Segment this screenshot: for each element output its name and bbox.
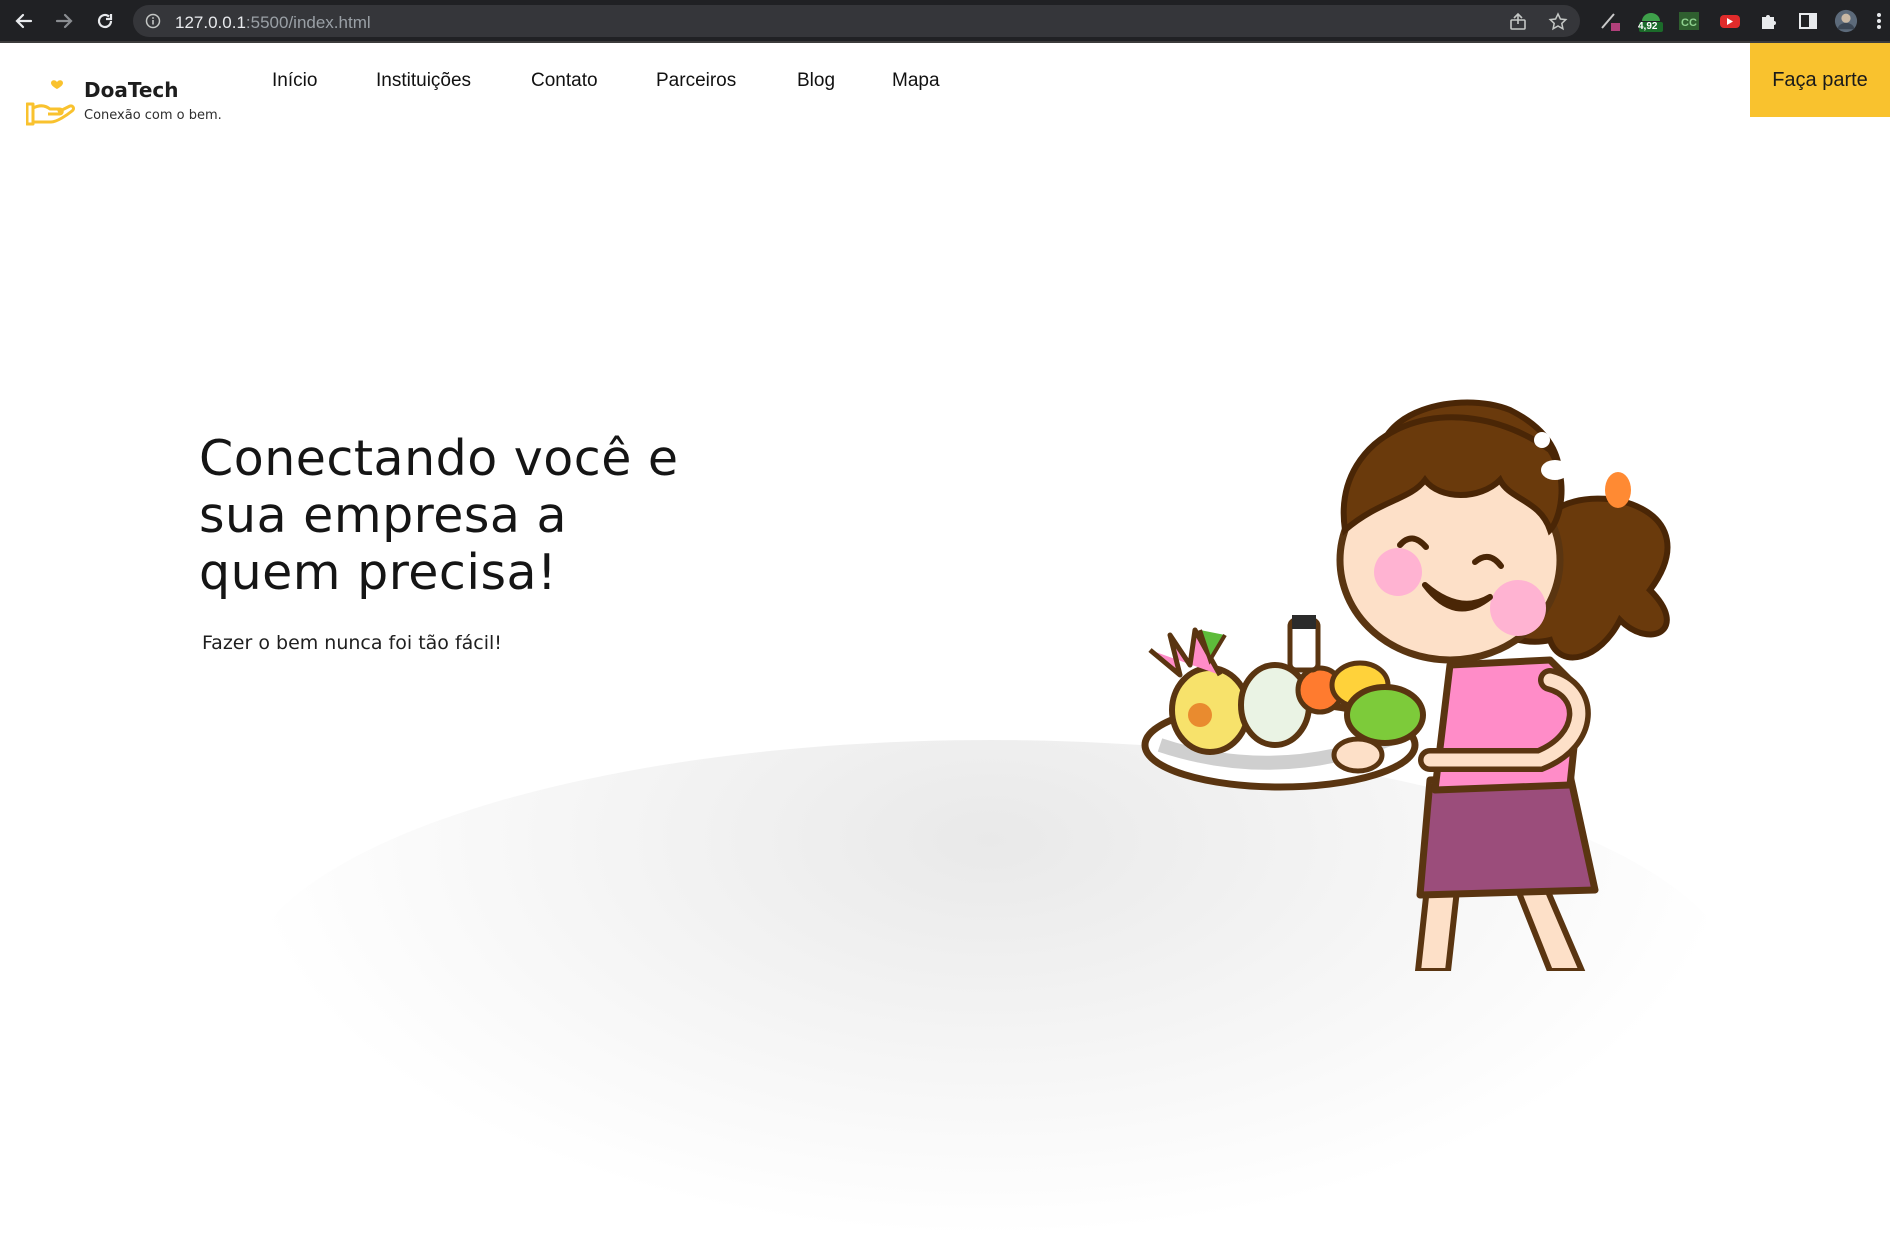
share-icon[interactable]: [1508, 12, 1528, 32]
info-icon[interactable]: [145, 13, 161, 29]
star-icon[interactable]: [1548, 12, 1568, 32]
nav-mapa[interactable]: Mapa: [892, 70, 940, 92]
girl-with-food-basket-illustration: [1130, 390, 1710, 974]
reload-icon[interactable]: [92, 8, 118, 34]
hero-title: Conectando você e sua empresa a quem pre…: [199, 430, 759, 601]
sidebar-icon[interactable]: [1796, 9, 1820, 33]
kebab-menu-icon[interactable]: [1872, 9, 1886, 33]
logo-name: DoaTech: [84, 78, 179, 102]
hero-title-line: Conectando você e: [199, 430, 679, 487]
cc-extension-icon[interactable]: CC: [1677, 9, 1701, 33]
hero-title-line: quem precisa!: [199, 544, 558, 601]
profile-avatar[interactable]: [1834, 9, 1858, 33]
pen-extension-icon[interactable]: [1598, 9, 1622, 33]
hand-heart-logo-icon: [25, 78, 78, 126]
youtube-extension-icon[interactable]: [1718, 9, 1742, 33]
puzzle-icon[interactable]: [1757, 9, 1781, 33]
url-text: 127.0.0.1:5500/index.html: [175, 13, 371, 32]
nav-contato[interactable]: Contato: [531, 70, 598, 92]
hero-title-line: sua empresa a: [199, 487, 568, 544]
join-button[interactable]: Faça parte: [1750, 43, 1890, 117]
svg-text:CC: CC: [1681, 17, 1697, 29]
back-arrow-icon[interactable]: [11, 8, 37, 34]
nav-inicio[interactable]: Início: [272, 70, 317, 92]
nav-parceiros[interactable]: Parceiros: [656, 70, 736, 92]
extension-badge: 4,92: [1638, 21, 1658, 32]
forward-arrow-icon[interactable]: [51, 8, 77, 34]
address-bar[interactable]: 127.0.0.1:5500/index.html: [133, 5, 1580, 37]
android-extension-icon[interactable]: 4,92: [1636, 9, 1666, 33]
nav-blog[interactable]: Blog: [797, 70, 835, 92]
hero-subtitle: Fazer o bem nunca foi tão fácil!: [202, 632, 502, 654]
logo-tagline: Conexão com o bem.: [84, 108, 222, 123]
nav-instituicoes[interactable]: Instituições: [376, 70, 471, 92]
browser-toolbar: 127.0.0.1:5500/index.html 4,92 CC: [0, 0, 1890, 43]
